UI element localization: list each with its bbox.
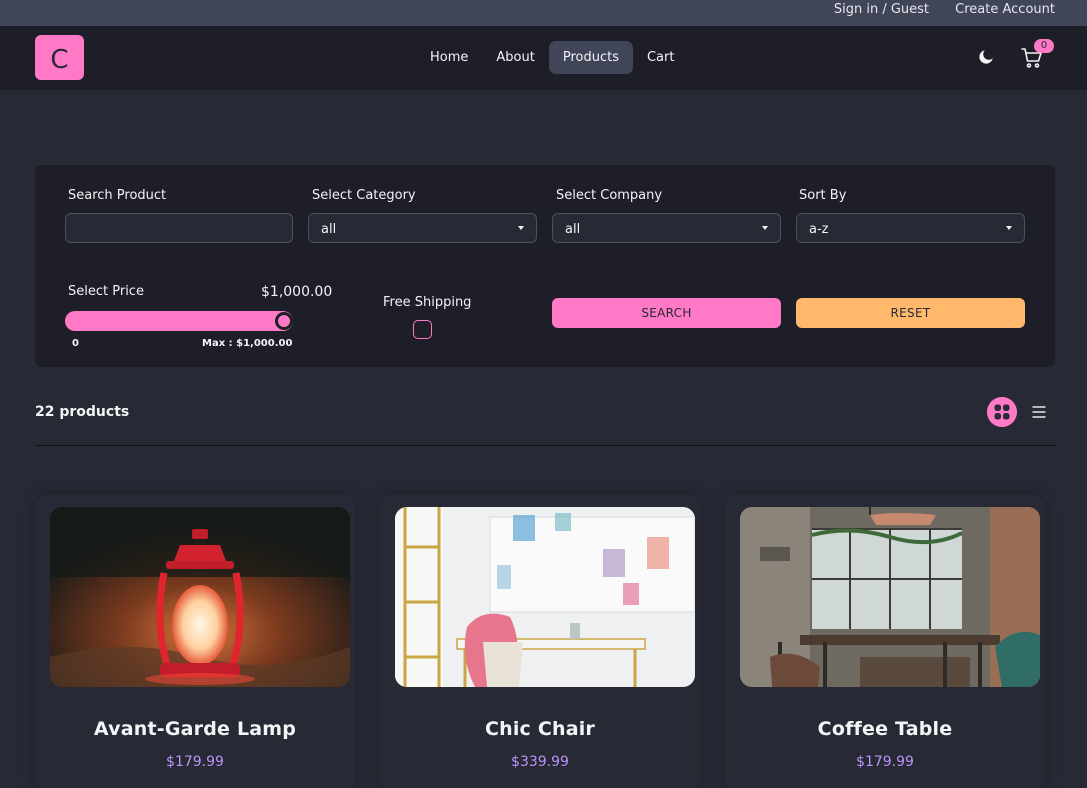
category-select-value: all <box>321 222 337 237</box>
product-image-chair <box>395 507 695 687</box>
nav-link-home[interactable]: Home <box>416 41 482 74</box>
search-button[interactable]: SEARCH <box>552 298 781 328</box>
price-value: $1,000.00 <box>261 284 333 300</box>
nav-link-about[interactable]: About <box>482 41 548 74</box>
sign-in-link[interactable]: Sign in / Guest <box>834 2 929 17</box>
free-shipping-label: Free Shipping <box>383 295 472 310</box>
product-price: $339.99 <box>511 754 569 770</box>
company-label: Select Company <box>556 188 663 203</box>
product-card[interactable]: Chic Chair $339.99 <box>380 494 700 788</box>
chevron-down-icon <box>1006 226 1012 230</box>
product-image-lantern <box>50 507 350 687</box>
product-price: $179.99 <box>166 754 224 770</box>
filters-panel: Search Product Select Category all Selec… <box>35 165 1055 367</box>
product-price: $179.99 <box>856 754 914 770</box>
product-card[interactable]: Coffee Table $179.99 <box>725 494 1045 788</box>
price-slider-handle[interactable] <box>275 312 293 330</box>
create-account-link[interactable]: Create Account <box>955 2 1055 17</box>
price-slider-track[interactable] <box>65 311 293 331</box>
list-view-icon[interactable] <box>1030 404 1048 420</box>
nav-menu: Home About Products Cart <box>416 41 688 74</box>
sort-select[interactable]: a-z <box>796 213 1025 243</box>
price-min-label: 0 <box>72 338 79 349</box>
company-select-value: all <box>565 222 581 237</box>
top-bar: Sign in / Guest Create Account <box>0 0 1087 26</box>
logo-button[interactable]: C <box>35 35 84 80</box>
reset-button[interactable]: RESET <box>796 298 1025 328</box>
product-name: Chic Chair <box>484 718 596 740</box>
search-product-label: Search Product <box>68 188 167 203</box>
category-select[interactable]: all <box>308 213 537 243</box>
chevron-down-icon <box>762 226 768 230</box>
moon-icon[interactable] <box>977 48 995 66</box>
sort-label: Sort By <box>799 188 847 203</box>
chevron-down-icon <box>518 226 524 230</box>
grid-view-icon[interactable] <box>987 397 1017 427</box>
nav-link-products[interactable]: Products <box>548 41 633 74</box>
auth-links: Sign in / Guest Create Account <box>812 2 1055 17</box>
sort-select-value: a-z <box>809 222 829 237</box>
product-card[interactable]: Avant-Garde Lamp $179.99 <box>35 494 355 788</box>
product-name: Avant-Garde Lamp <box>93 718 297 740</box>
product-name: Coffee Table <box>817 718 953 740</box>
product-image-coffee-table <box>740 507 1040 687</box>
price-max-label: Max : $1,000.00 <box>202 338 293 349</box>
nav-link-cart[interactable]: Cart <box>633 41 689 74</box>
company-select[interactable]: all <box>552 213 781 243</box>
results-divider <box>35 445 1055 446</box>
price-label: Select Price <box>68 284 144 299</box>
navbar: C Home About Products Cart 0 <box>0 26 1087 90</box>
product-count: 22 products <box>35 404 130 420</box>
category-label: Select Category <box>312 188 416 203</box>
search-product-input[interactable] <box>65 213 293 243</box>
free-shipping-checkbox[interactable] <box>413 320 432 339</box>
cart-count-badge: 0 <box>1034 39 1054 53</box>
